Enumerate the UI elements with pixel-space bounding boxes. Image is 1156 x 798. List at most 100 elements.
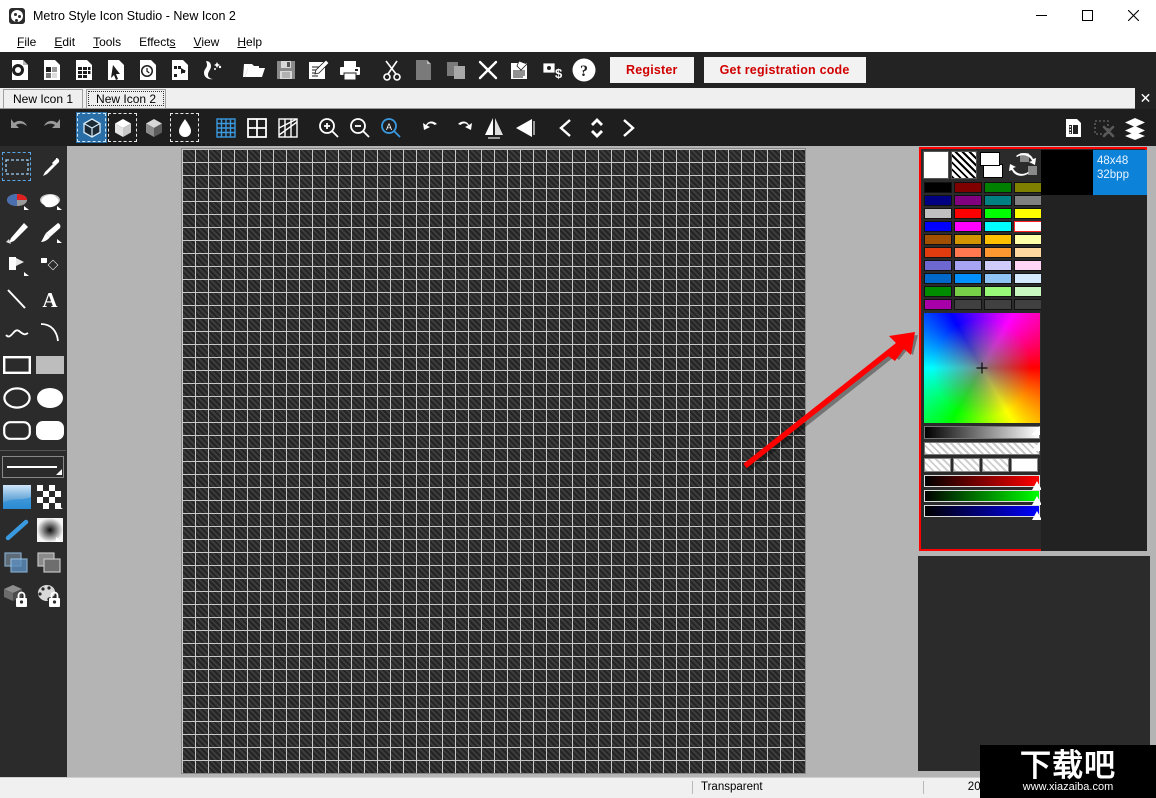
pencil-tool[interactable] bbox=[0, 216, 33, 249]
canvas-area[interactable] bbox=[67, 146, 918, 777]
color-swatch[interactable] bbox=[984, 286, 1012, 297]
new-animated-cursor-icon[interactable] bbox=[132, 54, 164, 86]
round-rect-outline-tool[interactable] bbox=[0, 414, 33, 447]
alpha-swatch[interactable] bbox=[924, 458, 951, 472]
alpha-strip[interactable] bbox=[924, 442, 1040, 455]
alpha-swatch[interactable] bbox=[982, 458, 1009, 472]
rect-filled-tool[interactable] bbox=[33, 348, 66, 381]
ellipse-outline-tool[interactable] bbox=[0, 381, 33, 414]
color-swatch[interactable] bbox=[984, 247, 1012, 258]
water-drop-icon[interactable] bbox=[169, 112, 200, 143]
register-button[interactable]: Register bbox=[610, 57, 694, 83]
color-swatch[interactable] bbox=[924, 299, 952, 310]
color-swatch[interactable] bbox=[924, 286, 952, 297]
new-icon-library-icon[interactable] bbox=[36, 54, 68, 86]
color-swatch[interactable] bbox=[924, 273, 952, 284]
new-cursor-icon[interactable] bbox=[100, 54, 132, 86]
fill-tool[interactable] bbox=[0, 183, 33, 216]
properties-icon[interactable] bbox=[504, 54, 536, 86]
save-icon[interactable] bbox=[270, 54, 302, 86]
maximize-button[interactable] bbox=[1064, 0, 1110, 31]
color-swatch[interactable] bbox=[984, 208, 1012, 219]
arc-tool[interactable] bbox=[33, 315, 66, 348]
color-swatch[interactable] bbox=[1014, 273, 1042, 284]
paste-icon[interactable] bbox=[440, 54, 472, 86]
delete-x-icon[interactable] bbox=[472, 54, 504, 86]
help-question-icon[interactable]: ? bbox=[568, 54, 600, 86]
menu-edit[interactable]: Edit bbox=[45, 35, 84, 49]
swap-colors-icon[interactable] bbox=[1006, 151, 1039, 179]
nav-move-icon[interactable] bbox=[581, 112, 612, 143]
color-swatch[interactable] bbox=[924, 221, 952, 232]
color-swatch[interactable] bbox=[954, 299, 982, 310]
color-swatch[interactable] bbox=[954, 286, 982, 297]
color-swatch[interactable] bbox=[1014, 260, 1042, 271]
gradient-tool[interactable] bbox=[0, 480, 33, 513]
zoom-in-icon[interactable] bbox=[313, 112, 344, 143]
color-swatch[interactable] bbox=[984, 221, 1012, 232]
zoom-actual-icon[interactable]: A bbox=[375, 112, 406, 143]
grid-coarse-icon[interactable] bbox=[241, 112, 272, 143]
color-swatch[interactable] bbox=[954, 234, 982, 245]
flip-vertical-icon[interactable] bbox=[509, 112, 540, 143]
alpha-swatch[interactable] bbox=[953, 458, 980, 472]
icon-canvas[interactable] bbox=[181, 148, 806, 774]
undo-icon[interactable] bbox=[4, 112, 35, 143]
menu-view[interactable]: View bbox=[185, 35, 229, 49]
color-swatch[interactable] bbox=[1014, 286, 1042, 297]
new-from-image-icon[interactable] bbox=[164, 54, 196, 86]
color-swatch[interactable] bbox=[1014, 247, 1042, 258]
transparency-tool[interactable] bbox=[0, 546, 33, 579]
grayscale-strip[interactable] bbox=[924, 426, 1040, 439]
rect-select-tool[interactable] bbox=[0, 150, 33, 183]
view-3d-white-icon[interactable] bbox=[107, 112, 138, 143]
view-3d-blue-icon[interactable] bbox=[76, 112, 107, 143]
linear-gradient-tool[interactable] bbox=[0, 513, 33, 546]
color-swatch[interactable] bbox=[954, 208, 982, 219]
get-registration-code-button[interactable]: Get registration code bbox=[703, 57, 866, 83]
save-as-icon[interactable] bbox=[302, 54, 334, 86]
radial-gradient-tool[interactable] bbox=[33, 513, 66, 546]
color-swatch[interactable] bbox=[1014, 208, 1042, 219]
color-wheel[interactable] bbox=[924, 313, 1040, 423]
menu-effects[interactable]: Effects bbox=[130, 35, 184, 49]
color-swatch[interactable] bbox=[984, 299, 1012, 310]
color-swatch[interactable] bbox=[954, 273, 982, 284]
cut-scissors-icon[interactable] bbox=[376, 54, 408, 86]
grid-skew-icon[interactable] bbox=[272, 112, 303, 143]
color-swatch[interactable] bbox=[1014, 234, 1042, 245]
blue-slider[interactable] bbox=[924, 505, 1042, 520]
icon-wizard-icon[interactable] bbox=[196, 54, 228, 86]
color-swatch[interactable] bbox=[954, 182, 982, 193]
red-slider[interactable] bbox=[924, 475, 1042, 490]
copy-icon[interactable] bbox=[408, 54, 440, 86]
color-swatch[interactable] bbox=[984, 273, 1012, 284]
green-slider[interactable] bbox=[924, 490, 1042, 505]
hatch-swatch[interactable] bbox=[950, 151, 977, 179]
color-swatch[interactable] bbox=[954, 221, 982, 232]
shape-tool[interactable] bbox=[33, 249, 66, 282]
tab-new-icon-2[interactable]: New Icon 2 bbox=[86, 89, 167, 108]
airbrush-tool[interactable] bbox=[0, 249, 33, 282]
rotate-left-icon[interactable] bbox=[416, 112, 447, 143]
checkerboard-tool[interactable] bbox=[33, 480, 66, 513]
line-width-selector[interactable] bbox=[0, 454, 66, 480]
open-folder-icon[interactable] bbox=[238, 54, 270, 86]
flip-horizontal-icon[interactable] bbox=[478, 112, 509, 143]
menu-help[interactable]: Help bbox=[228, 35, 271, 49]
close-button[interactable] bbox=[1110, 0, 1156, 31]
color-swatch[interactable] bbox=[924, 247, 952, 258]
layers-icon[interactable] bbox=[1119, 112, 1150, 143]
color-swatch[interactable] bbox=[1014, 221, 1042, 232]
curve-tool[interactable] bbox=[0, 315, 33, 348]
rotate-right-icon[interactable] bbox=[447, 112, 478, 143]
color-swatch[interactable] bbox=[1014, 182, 1042, 193]
alpha-swatch-opaque[interactable] bbox=[1011, 458, 1038, 472]
color-swatch[interactable] bbox=[1014, 299, 1042, 310]
nav-prev-icon[interactable] bbox=[550, 112, 581, 143]
fg-bg-swatch[interactable] bbox=[979, 151, 1004, 179]
color-swatch[interactable] bbox=[954, 195, 982, 206]
print-icon[interactable] bbox=[334, 54, 366, 86]
purchase-icon[interactable]: $ bbox=[536, 54, 568, 86]
color-swatch[interactable] bbox=[984, 260, 1012, 271]
